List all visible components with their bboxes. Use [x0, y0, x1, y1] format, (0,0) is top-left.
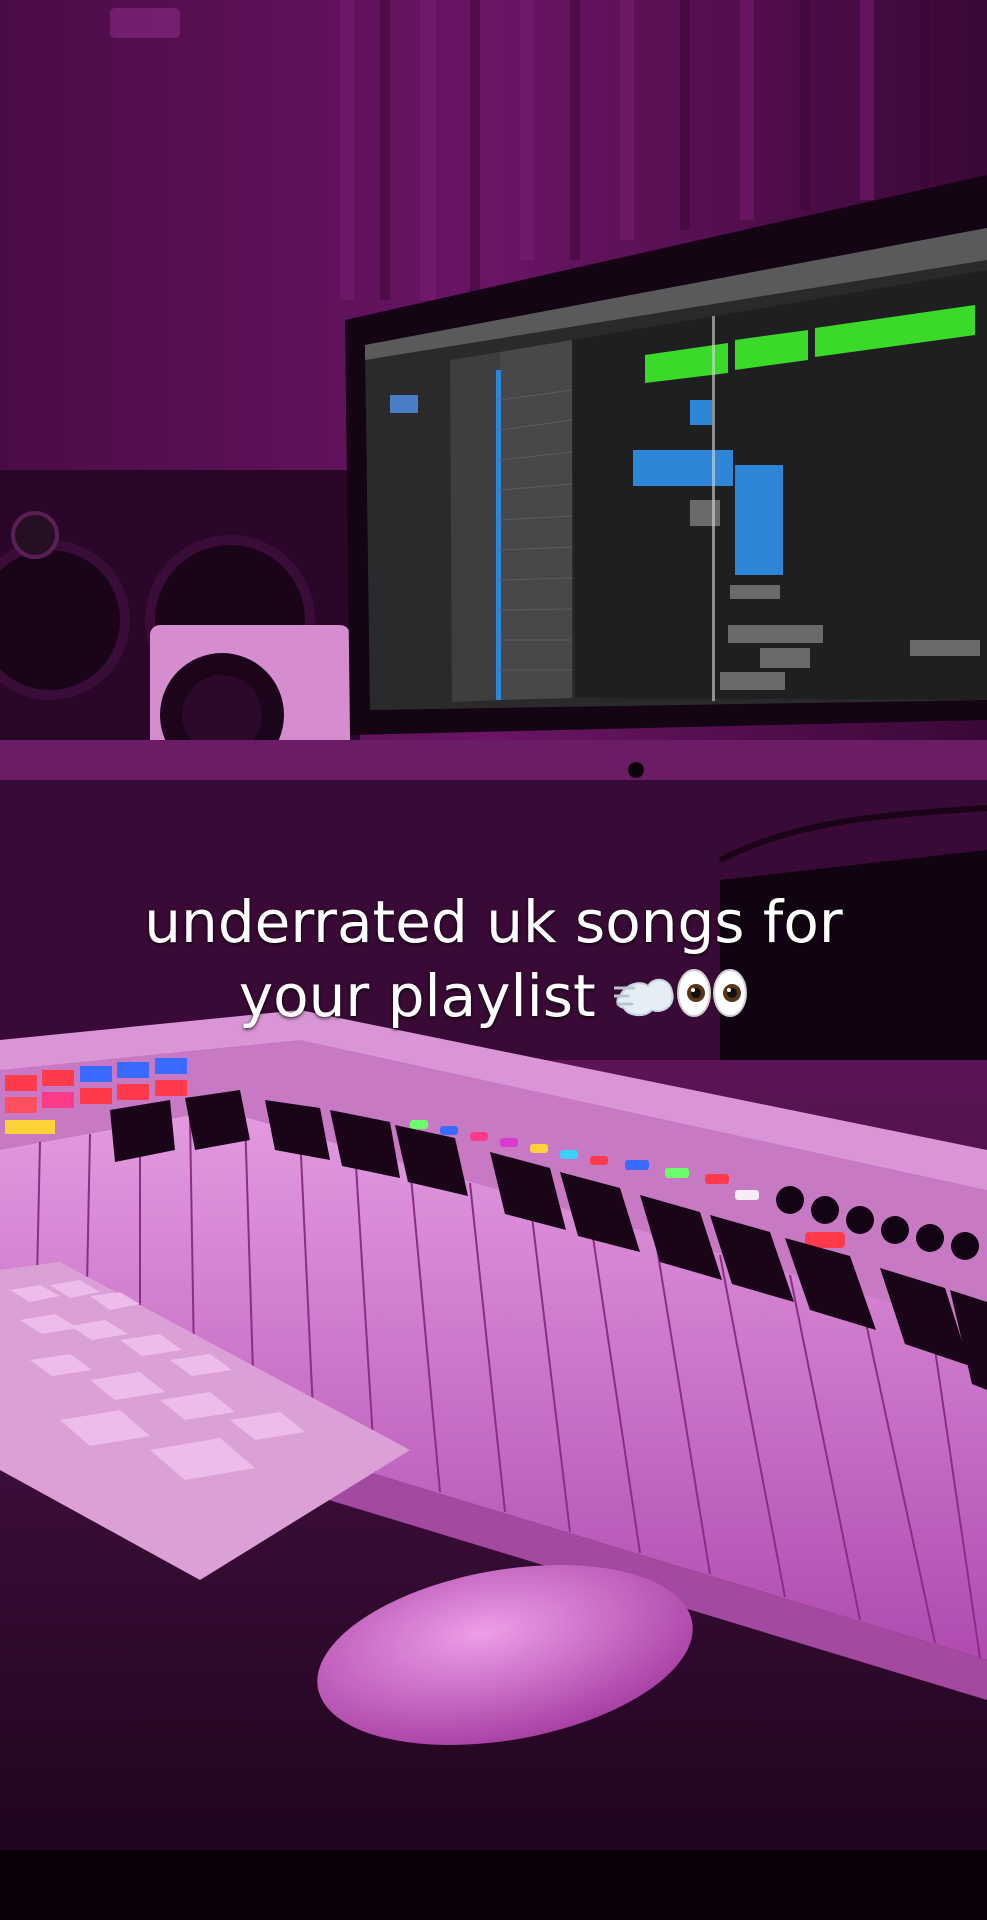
apple-logo: [628, 762, 644, 778]
desk-hutch: [0, 740, 987, 780]
speaker-woofer-left: [0, 540, 130, 700]
caption-overlay: underrated uk songs for your playlist: [0, 885, 987, 1037]
dash-icon: [612, 963, 676, 1037]
eyes-icon: [676, 963, 748, 1037]
caption-line-2-text: your playlist: [238, 962, 596, 1030]
caption-line-2: your playlist: [0, 959, 987, 1037]
light-fixture: [110, 8, 180, 38]
caption-line-1: underrated uk songs for: [144, 888, 843, 956]
video-frame: underrated uk songs for your playlist: [0, 0, 987, 1920]
